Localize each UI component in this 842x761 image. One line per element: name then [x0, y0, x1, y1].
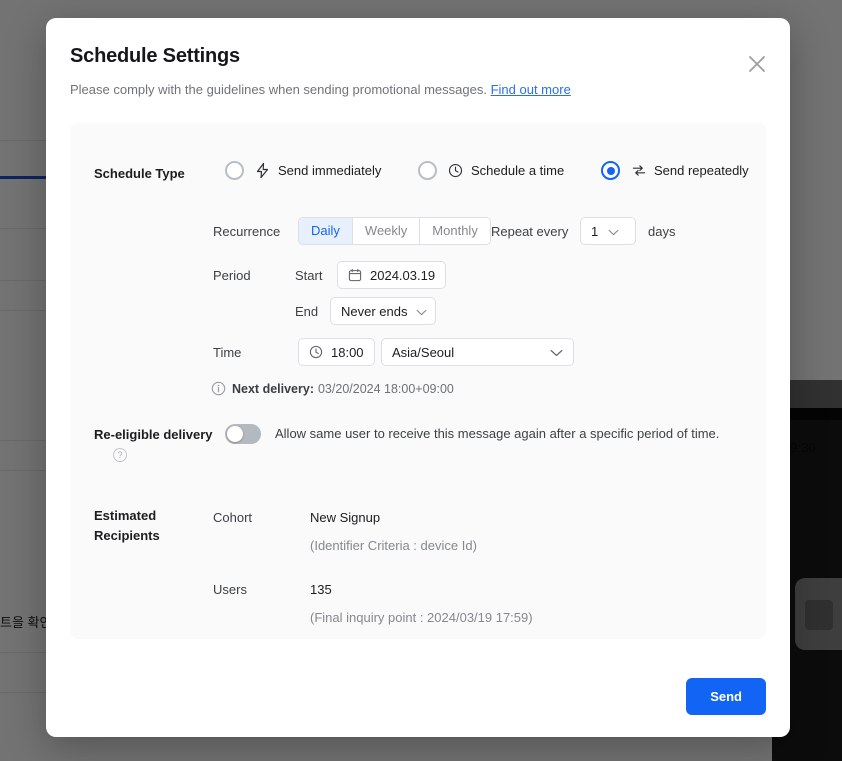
- chevron-down-icon: [416, 304, 427, 319]
- estimated-recipients-label-line1: Estimated: [94, 508, 157, 523]
- period-start-date-value: 2024.03.19: [370, 267, 436, 283]
- period-start-date-field[interactable]: 2024.03.19: [337, 261, 447, 289]
- radio-indicator-schedule-a-time[interactable]: [418, 161, 437, 180]
- schedule-type-label: Schedule Type: [94, 166, 185, 181]
- modal-subtitle-text: Please comply with the guidelines when s…: [70, 82, 487, 97]
- timezone-select[interactable]: Asia/Seoul: [381, 338, 574, 366]
- users-row-label: Users: [213, 582, 247, 597]
- repeat-unit-label: days: [648, 224, 676, 239]
- re-eligible-description: Allow same user to receive this message …: [275, 426, 720, 441]
- cohort-row-note: (Identifier Criteria : device Id): [310, 538, 477, 553]
- next-delivery-note: Next delivery: 03/20/2024 18:00+09:00: [211, 381, 454, 396]
- settings-panel: Schedule Type Send immediately Schedule …: [70, 123, 766, 639]
- repeat-every-label: Repeat every: [491, 224, 569, 239]
- cohort-row-value: New Signup: [310, 510, 381, 525]
- period-end-value: Never ends: [341, 303, 408, 319]
- users-row-note: (Final inquiry point : 2024/03/19 17:59): [310, 610, 533, 625]
- repeat-interval-value: 1: [591, 223, 599, 239]
- radio-send-immediately[interactable]: Send immediately: [225, 161, 381, 180]
- time-value: 18:00: [331, 344, 364, 360]
- radio-indicator-send-immediately[interactable]: [225, 161, 244, 180]
- time-value-field[interactable]: 18:00: [298, 338, 375, 366]
- radio-schedule-a-time[interactable]: Schedule a time: [418, 161, 564, 180]
- chevron-down-icon: [608, 224, 619, 239]
- time-label: Time: [213, 345, 242, 360]
- estimated-recipients-label-line2: Recipients: [94, 528, 160, 543]
- next-delivery-label: Next delivery:: [232, 381, 314, 396]
- clock-icon: [309, 345, 323, 359]
- recurrence-tab-monthly[interactable]: Monthly: [420, 218, 490, 244]
- users-row-value: 135: [310, 582, 332, 597]
- recurrence-tab-daily[interactable]: Daily: [299, 218, 353, 244]
- next-delivery-value: 03/20/2024 18:00+09:00: [317, 381, 454, 396]
- close-icon[interactable]: [744, 51, 770, 77]
- schedule-settings-modal: Schedule Settings Please comply with the…: [46, 18, 790, 737]
- send-button[interactable]: Send: [686, 678, 766, 715]
- calendar-icon: [348, 268, 362, 282]
- period-start-label: Start: [295, 268, 323, 283]
- chevron-down-icon: [550, 345, 563, 360]
- info-icon: [211, 381, 226, 396]
- cohort-row-label: Cohort: [213, 510, 253, 525]
- modal-subtitle: Please comply with the guidelines when s…: [70, 82, 571, 97]
- recurrence-tabs[interactable]: Daily Weekly Monthly: [298, 217, 491, 245]
- repeat-icon: [630, 162, 647, 179]
- period-end-label: End: [295, 304, 319, 319]
- find-out-more-link[interactable]: Find out more: [491, 82, 571, 97]
- recurrence-label: Recurrence: [213, 224, 281, 239]
- modal-title: Schedule Settings: [70, 45, 240, 67]
- radio-label-send-immediately: Send immediately: [278, 163, 382, 178]
- clock-icon: [447, 162, 464, 179]
- re-eligible-delivery-label: Re-eligible delivery: [94, 427, 213, 442]
- radio-label-send-repeatedly: Send repeatedly: [654, 163, 749, 178]
- period-end-select[interactable]: Never ends: [330, 297, 437, 325]
- lightning-icon: [254, 162, 271, 179]
- radio-indicator-send-repeatedly[interactable]: [601, 161, 620, 180]
- repeat-interval-select[interactable]: 1: [580, 217, 636, 245]
- radio-label-schedule-a-time: Schedule a time: [471, 163, 565, 178]
- re-eligible-toggle[interactable]: [225, 424, 261, 444]
- toggle-knob: [227, 426, 243, 442]
- question-icon[interactable]: ?: [113, 448, 127, 462]
- radio-send-repeatedly[interactable]: Send repeatedly: [601, 161, 749, 180]
- timezone-value: Asia/Seoul: [392, 344, 455, 360]
- recurrence-tab-weekly[interactable]: Weekly: [352, 218, 421, 244]
- period-label: Period: [213, 268, 251, 283]
